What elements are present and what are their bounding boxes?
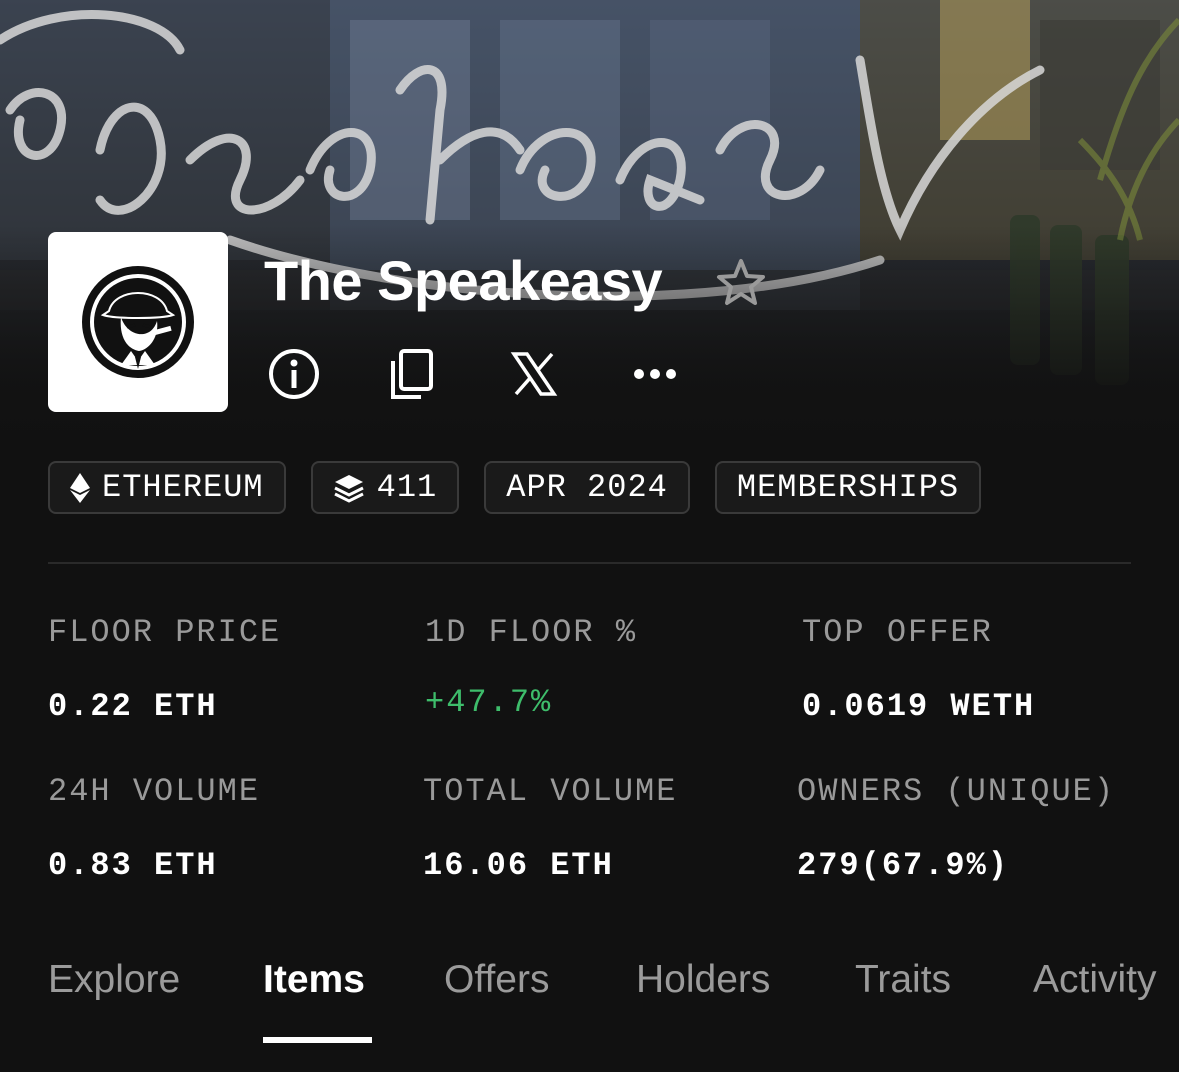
tab-explore[interactable]: Explore [48, 958, 180, 1002]
floor-change-value: +47.7% [425, 684, 553, 721]
category-tag-label: MEMBERSHIPS [736, 469, 960, 506]
more-button[interactable] [630, 344, 680, 404]
more-dots-icon [634, 369, 676, 379]
top-offer-label: TOP OFFER [802, 614, 993, 651]
tab-activity[interactable]: Activity [1033, 958, 1157, 1002]
floor-change-label: 1D FLOOR % [425, 614, 638, 651]
copy-icon [391, 349, 433, 399]
volume-24h-label: 24H VOLUME [48, 773, 261, 810]
favorite-star-icon[interactable] [714, 256, 768, 310]
layers-icon [333, 474, 364, 503]
info-icon [269, 349, 319, 399]
top-offer-value: 0.0619 WETH [802, 688, 1036, 725]
x-logo-icon [510, 352, 558, 396]
items-count-label: 411 [376, 469, 438, 506]
tab-traits[interactable]: Traits [855, 958, 951, 1002]
x-button[interactable] [508, 344, 560, 404]
info-button[interactable] [265, 344, 323, 404]
gangster-with-fedora-and-cigar-logo [82, 266, 194, 378]
chain-tag-label: ETHEREUM [102, 469, 264, 506]
ethereum-icon [70, 472, 90, 503]
collection-title: The Speakeasy [264, 249, 663, 312]
items-count-tag[interactable]: 411 [310, 461, 460, 514]
chain-tag[interactable]: ETHEREUM [48, 461, 286, 514]
tab-holders[interactable]: Holders [636, 958, 770, 1002]
volume-24h-value: 0.83 ETH [48, 847, 218, 884]
tab-items[interactable]: Items [263, 958, 365, 1002]
floor-price-label: FLOOR PRICE [48, 614, 282, 651]
collection-tabs: Explore Items Offers Holders Traits Acti… [0, 958, 1179, 1038]
category-tag[interactable]: MEMBERSHIPS [714, 461, 982, 514]
total-volume-value: 16.06 ETH [423, 847, 614, 884]
collection-logo[interactable] [48, 232, 228, 412]
collection-tags: ETHEREUM 411 APR 2024 MEMBERSHIPS [48, 461, 1006, 514]
active-tab-indicator [263, 1037, 372, 1043]
date-tag-label: APR 2024 [506, 469, 668, 506]
copy-button[interactable] [386, 344, 438, 404]
owners-label: OWNERS (UNIQUE) [797, 773, 1116, 810]
tab-offers[interactable]: Offers [444, 958, 549, 1002]
floor-price-value: 0.22 ETH [48, 688, 218, 725]
total-volume-label: TOTAL VOLUME [423, 773, 678, 810]
owners-value: 279(67.9%) [797, 847, 1010, 884]
divider [48, 562, 1131, 564]
date-tag[interactable]: APR 2024 [484, 461, 690, 514]
